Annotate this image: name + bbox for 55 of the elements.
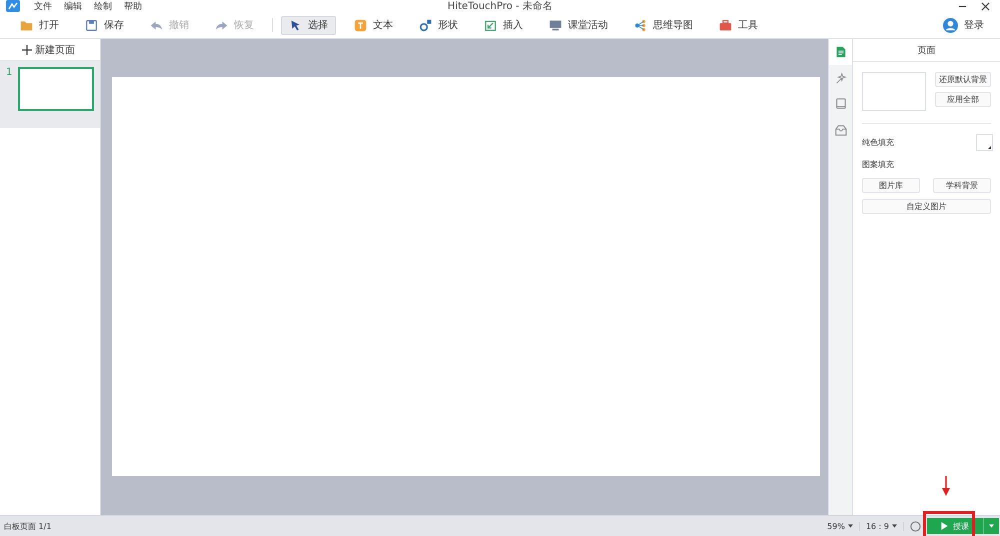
toolbar-button[interactable]: 思维导图 [626, 16, 701, 34]
menu-item[interactable]: 绘制 [94, 0, 112, 12]
toolbar-button[interactable]: 文本 [346, 16, 401, 34]
page-icon [834, 46, 846, 58]
apply-all-button[interactable]: 应用全部 [935, 92, 991, 107]
toolbar-button[interactable]: 形状 [411, 16, 466, 34]
page-number: 1 [6, 67, 12, 80]
menu-item[interactable]: 帮助 [124, 0, 142, 12]
login-button[interactable]: 登录 [935, 16, 992, 34]
toolbar-button[interactable]: 保存 [77, 16, 132, 34]
pattern-button[interactable]: 学科背景 [933, 178, 991, 193]
caret-icon [989, 524, 994, 528]
insert-icon [484, 18, 497, 32]
background-preview [862, 72, 926, 111]
gesture-icon[interactable] [910, 520, 921, 532]
pattern-fill-label: 图案填充 [862, 159, 895, 170]
mind-map-icon [634, 18, 647, 32]
toolbar-button[interactable]: 插入 [476, 16, 531, 34]
inbox-icon [834, 124, 846, 136]
window-title: HiteTouchPro - 未命名 [448, 0, 552, 13]
aspect-ratio-dropdown[interactable]: 16 : 9 [860, 522, 904, 530]
monitor-icon [549, 18, 562, 32]
page-status: 白板页面 1/1 [4, 520, 52, 532]
save-icon [85, 18, 98, 32]
annotation-arrow [942, 476, 950, 496]
side-tab[interactable] [829, 39, 852, 65]
close-icon[interactable] [981, 2, 990, 10]
solid-fill-label: 纯色填充 [862, 137, 894, 148]
toolbar-button[interactable]: 选择 [281, 16, 336, 34]
cursor-icon [289, 18, 302, 32]
toolbar-button[interactable]: 打开 [12, 16, 67, 34]
shapes-icon [419, 18, 432, 32]
menu-item[interactable]: 编辑 [64, 0, 82, 12]
toolbar-button[interactable]: 课堂活动 [541, 16, 616, 34]
custom-image-button[interactable]: 自定义图片 [862, 199, 991, 214]
toolbox-icon [719, 18, 732, 32]
corner-icon [988, 146, 991, 149]
restore-background-button[interactable]: 还原默认背景 [935, 72, 991, 87]
play-icon [941, 522, 948, 530]
caret-icon [848, 524, 853, 528]
tablet-icon [834, 98, 846, 110]
folder-icon [20, 18, 33, 32]
color-swatch[interactable] [976, 134, 993, 151]
caret-icon [892, 524, 897, 528]
start-options-button[interactable] [983, 518, 999, 534]
user-icon [943, 18, 958, 32]
highlight-box [923, 511, 975, 536]
magic-wand-icon [834, 72, 846, 84]
pattern-button[interactable]: 图片库 [862, 178, 920, 193]
text-icon [354, 18, 367, 32]
menu-item[interactable]: 文件 [34, 0, 52, 12]
panel-title: 页面 [853, 39, 1000, 62]
toolbar-button[interactable]: 工具 [711, 16, 766, 34]
plus-icon [22, 44, 32, 54]
zoom-dropdown[interactable]: 59% [821, 522, 860, 530]
